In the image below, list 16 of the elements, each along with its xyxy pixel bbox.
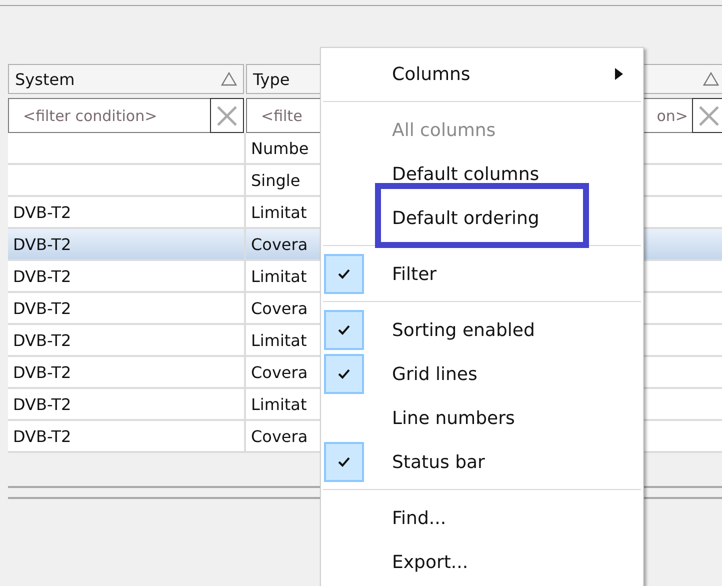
table-cell: DVB-T2 [8,325,246,357]
table-cell: DVB-T2 [8,357,246,389]
menu-item[interactable]: Columns [321,52,643,96]
table-cell: DVB-T2 [8,421,246,453]
clear-icon[interactable] [210,98,244,133]
table-cell: DVB-T2 [8,261,246,293]
menu-item[interactable]: Find... [321,496,643,540]
column-header[interactable]: System [8,64,244,94]
table-cell: DVB-T2 [8,293,246,325]
table-cell: DVB-T2 [8,389,246,421]
submenu-arrow-icon [615,68,623,80]
clear-icon[interactable] [692,98,722,133]
table-cell: DVB-T2 [8,197,246,229]
table-cell: DVB-T2 [8,229,246,261]
menu-item[interactable]: Export... [321,540,643,584]
filter-field[interactable]: <filter condition> [8,98,210,133]
